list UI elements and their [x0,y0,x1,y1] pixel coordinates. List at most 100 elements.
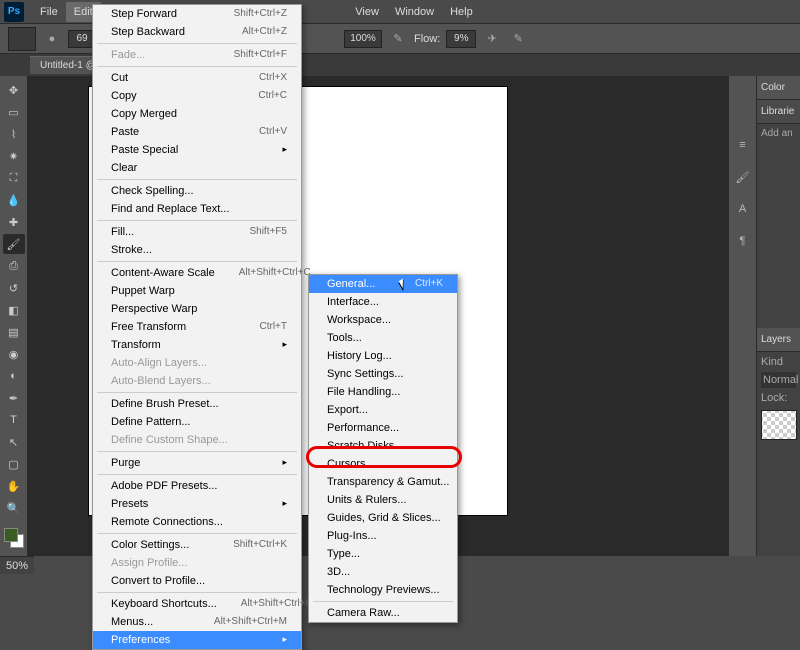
edit-menu-item-find-and-replace-text[interactable]: Find and Replace Text... [93,200,301,218]
prefs-menu-item-interface[interactable]: Interface... [309,293,457,311]
edit-menu-item-copy-merged[interactable]: Copy Merged [93,105,301,123]
edit-menu-item-purge[interactable]: Purge▸ [93,454,301,472]
zoom-level[interactable]: 50% [6,560,28,572]
tool-preset-picker[interactable] [8,27,36,51]
edit-menu-item-free-transform[interactable]: Free TransformCtrl+T [93,318,301,336]
prefs-menu-item-3d[interactable]: 3D... [309,563,457,581]
edit-menu-item-step-forward[interactable]: Step ForwardShift+Ctrl+Z [93,5,301,23]
edit-menu-item-convert-to-profile[interactable]: Convert to Profile... [93,572,301,590]
menu-item-label: Find and Replace Text... [111,203,229,215]
libraries-panel-tab[interactable]: Librarie [757,100,800,124]
prefs-menu-item-tools[interactable]: Tools... [309,329,457,347]
edit-menu-item-keyboard-shortcuts[interactable]: Keyboard Shortcuts...Alt+Shift+Ctrl+K [93,595,301,613]
prefs-menu-item-performance[interactable]: Performance... [309,419,457,437]
blur-tool[interactable]: ◉ [3,344,25,364]
opacity-value[interactable]: 100% [344,30,382,48]
menu-item-label: Auto-Blend Layers... [111,375,211,387]
edit-menu-item-puppet-warp[interactable]: Puppet Warp [93,282,301,300]
menu-file[interactable]: File [32,2,66,22]
prefs-menu-item-technology-previews[interactable]: Technology Previews... [309,581,457,599]
prefs-menu-item-sync-settings[interactable]: Sync Settings... [309,365,457,383]
hand-tool[interactable]: ✋ [3,476,25,496]
edit-menu-item-assign-profile: Assign Profile... [93,554,301,572]
edit-menu-item-fill[interactable]: Fill...Shift+F5 [93,223,301,241]
brush-tool[interactable]: 🖌 [3,234,25,254]
marquee-tool[interactable]: ▭ [3,102,25,122]
edit-menu-separator [97,261,297,262]
menu-help[interactable]: Help [442,2,481,22]
wand-tool[interactable]: ✷ [3,146,25,166]
pen-tool[interactable]: ✒ [3,388,25,408]
color-panel-tab[interactable]: Color [757,76,800,100]
menu-item-label: Assign Profile... [111,557,187,569]
edit-menu-item-check-spelling[interactable]: Check Spelling... [93,182,301,200]
history-brush-tool[interactable]: ↺ [3,278,25,298]
pressure-size-icon[interactable]: ✎ [508,29,528,49]
prefs-menu-item-units-rulers[interactable]: Units & Rulers... [309,491,457,509]
edit-menu-item-stroke[interactable]: Stroke... [93,241,301,259]
healing-tool[interactable]: ✚ [3,212,25,232]
foreground-color[interactable] [4,528,18,542]
prefs-menu-item-file-handling[interactable]: File Handling... [309,383,457,401]
menu-view[interactable]: View [347,2,387,22]
flow-value[interactable]: 9% [446,30,476,48]
layers-panel-tab[interactable]: Layers [757,328,800,352]
prefs-menu-item-history-log[interactable]: History Log... [309,347,457,365]
color-swatch[interactable] [4,528,24,548]
menu-window[interactable]: Window [387,2,442,22]
edit-menu-item-define-pattern[interactable]: Define Pattern... [93,413,301,431]
edit-menu-item-remote-connections[interactable]: Remote Connections... [93,513,301,531]
edit-menu-item-step-backward[interactable]: Step BackwardAlt+Ctrl+Z [93,23,301,41]
edit-menu-item-paste[interactable]: PasteCtrl+V [93,123,301,141]
prefs-menu-item-cursors[interactable]: Cursors... [309,455,457,473]
blend-mode[interactable]: Normal [761,372,796,388]
lasso-tool[interactable]: ⌇ [3,124,25,144]
menu-item-shortcut: Ctrl+T [236,321,288,333]
brushes-panel-icon[interactable]: 🖌 [733,168,753,186]
edit-menu-item-content-aware-scale[interactable]: Content-Aware ScaleAlt+Shift+Ctrl+C [93,264,301,282]
airbrush-icon[interactable]: ✈ [482,29,502,49]
paragraph-panel-icon[interactable]: ¶ [733,232,753,250]
edit-menu-item-define-brush-preset[interactable]: Define Brush Preset... [93,395,301,413]
crop-tool[interactable]: ⛶ [3,168,25,188]
brush-tip-icon[interactable]: ● [42,29,62,49]
edit-menu-item-perspective-warp[interactable]: Perspective Warp [93,300,301,318]
prefs-menu-item-general[interactable]: General...Ctrl+K [309,275,457,293]
prefs-menu-item-type[interactable]: Type... [309,545,457,563]
stamp-tool[interactable]: ⎙ [3,256,25,276]
character-panel-icon[interactable]: A [733,200,753,218]
prefs-menu-item-plug-ins[interactable]: Plug-Ins... [309,527,457,545]
prefs-menu-item-workspace[interactable]: Workspace... [309,311,457,329]
move-tool[interactable]: ✥ [3,80,25,100]
edit-menu-item-copy[interactable]: CopyCtrl+C [93,87,301,105]
prefs-menu-item-guides-grid-slices[interactable]: Guides, Grid & Slices... [309,509,457,527]
edit-menu-item-color-settings[interactable]: Color Settings...Shift+Ctrl+K [93,536,301,554]
prefs-menu-item-transparency-gamut[interactable]: Transparency & Gamut... [309,473,457,491]
history-panel-icon[interactable]: ≡ [733,136,753,154]
eraser-tool[interactable]: ◧ [3,300,25,320]
edit-menu-separator [97,592,297,593]
edit-menu-item-paste-special[interactable]: Paste Special▸ [93,141,301,159]
pressure-opacity-icon[interactable]: ✎ [388,29,408,49]
prefs-menu-item-export[interactable]: Export... [309,401,457,419]
gradient-tool[interactable]: ▤ [3,322,25,342]
eyedropper-tool[interactable]: 💧 [3,190,25,210]
shape-tool[interactable]: ▢ [3,454,25,474]
edit-menu-item-preferences[interactable]: Preferences▸ [93,631,301,649]
prefs-menu-item-camera-raw[interactable]: Camera Raw... [309,604,457,622]
edit-menu-item-menus[interactable]: Menus...Alt+Shift+Ctrl+M [93,613,301,631]
zoom-tool[interactable]: 🔍 [3,498,25,518]
dodge-tool[interactable]: ◐ [3,366,25,386]
edit-menu-item-cut[interactable]: CutCtrl+X [93,69,301,87]
prefs-menu-item-scratch-disks[interactable]: Scratch Disks... [309,437,457,455]
edit-menu-item-clear[interactable]: Clear [93,159,301,177]
menu-item-shortcut: Alt+Ctrl+Z [218,26,287,38]
edit-menu-item-transform[interactable]: Transform▸ [93,336,301,354]
layer-thumbnail[interactable] [761,410,797,440]
edit-menu-item-presets[interactable]: Presets▸ [93,495,301,513]
path-tool[interactable]: ↖ [3,432,25,452]
type-tool[interactable]: T [3,410,25,430]
status-bar: 50% [0,556,34,574]
edit-menu-item-adobe-pdf-presets[interactable]: Adobe PDF Presets... [93,477,301,495]
menu-item-label: Presets [111,498,148,510]
